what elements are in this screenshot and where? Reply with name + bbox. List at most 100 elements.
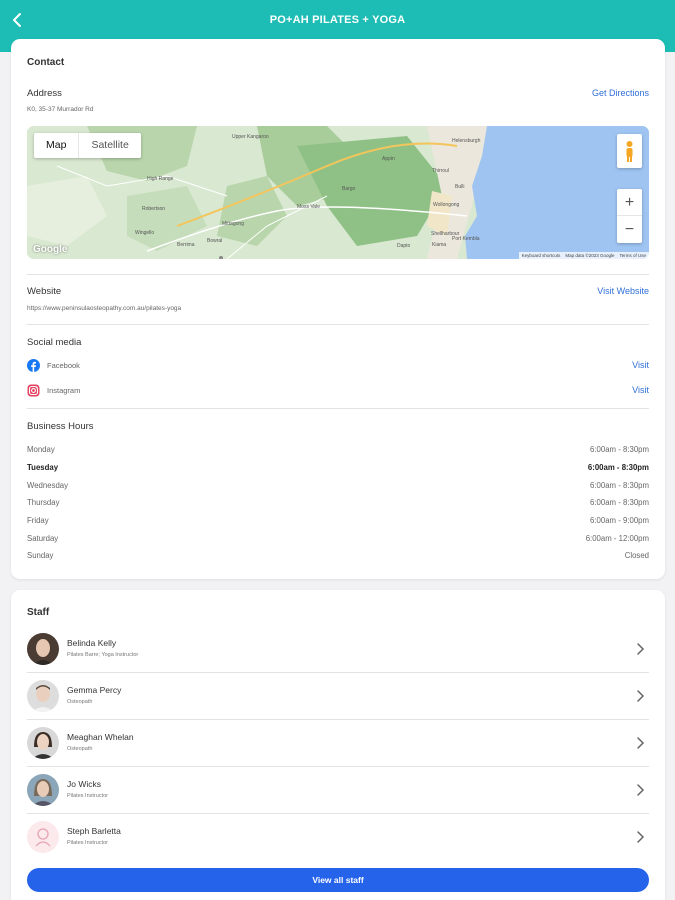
hours-day: Sunday bbox=[27, 551, 54, 560]
place-label: Moss Vale bbox=[297, 204, 320, 210]
staff-row[interactable]: Gemma Percy Osteopath bbox=[27, 673, 649, 720]
place-label: Berrima bbox=[177, 242, 195, 248]
zoom-in-button[interactable]: + bbox=[617, 189, 642, 216]
visit-website-link[interactable]: Visit Website bbox=[597, 286, 649, 296]
social-media-label: Social media bbox=[27, 337, 82, 348]
facebook-label: Facebook bbox=[47, 361, 80, 370]
location-map[interactable]: High Range Mittagong Bowral Upper Kangar… bbox=[27, 126, 649, 259]
place-label: Upper Kangaroo bbox=[232, 134, 269, 140]
avatar bbox=[27, 727, 59, 759]
staff-row[interactable]: Jo Wicks Pilates Instructor bbox=[27, 767, 649, 814]
social-row-instagram: Instagram Visit bbox=[27, 384, 649, 398]
divider bbox=[27, 274, 649, 275]
staff-role: Pilates Instructor bbox=[67, 840, 108, 846]
hours-day: Friday bbox=[27, 516, 49, 525]
chevron-right-icon bbox=[637, 831, 645, 843]
map-attribution: Keyboard shortcuts Map data ©2023 Google… bbox=[518, 252, 649, 259]
staff-name: Belinda Kelly bbox=[67, 638, 117, 648]
page-title: PO+AH PILATES + YOGA bbox=[269, 14, 406, 26]
hours-time: 6:00am - 8:30pm bbox=[587, 463, 649, 472]
contact-card: Contact Address K0, 35-37 Murrador Rd Ge… bbox=[11, 39, 665, 579]
instagram-visit-link[interactable]: Visit bbox=[632, 385, 649, 395]
place-label: Helensburgh bbox=[452, 138, 481, 144]
google-logo: Google bbox=[33, 244, 68, 255]
website-value: https://www.peninsulaosteopathy.com.au/p… bbox=[27, 305, 182, 312]
zoom-controls: + − bbox=[617, 189, 642, 243]
avatar bbox=[27, 680, 59, 712]
facebook-icon bbox=[27, 359, 40, 372]
hours-row: Thursday 6:00am - 8:30pm bbox=[27, 498, 649, 510]
hours-row: Monday 6:00am - 8:30pm bbox=[27, 445, 649, 457]
get-directions-link[interactable]: Get Directions bbox=[592, 88, 649, 98]
facebook-visit-link[interactable]: Visit bbox=[632, 360, 649, 370]
place-label: Kiama bbox=[432, 242, 447, 248]
chevron-right-icon bbox=[637, 737, 645, 749]
staff-name: Jo Wicks bbox=[67, 779, 101, 789]
hours-time: 6:00am - 8:30pm bbox=[590, 481, 649, 490]
instagram-label: Instagram bbox=[47, 386, 81, 395]
staff-row[interactable]: Meaghan Whelan Osteopath bbox=[27, 720, 649, 767]
instagram-icon bbox=[27, 384, 40, 397]
satellite-view-button[interactable]: Satellite bbox=[78, 133, 140, 158]
view-all-staff-button[interactable]: View all staff bbox=[27, 868, 649, 892]
hours-row: Friday 6:00am - 9:00pm bbox=[27, 516, 649, 528]
staff-row[interactable]: Steph Barletta Pilates Instructor bbox=[27, 814, 649, 861]
hours-row: Saturday 6:00am - 12:00pm bbox=[27, 534, 649, 546]
hours-row-today: Tuesday 6:00am - 8:30pm bbox=[27, 463, 649, 475]
place-label: Wollongong bbox=[433, 202, 460, 208]
avatar bbox=[27, 633, 59, 665]
map-type-toggle: Map Satellite bbox=[34, 133, 141, 158]
staff-title: Staff bbox=[27, 607, 50, 618]
avatar bbox=[27, 774, 59, 806]
hours-day: Monday bbox=[27, 445, 55, 454]
place-label: Wingello bbox=[135, 230, 155, 236]
place-label: Dapto bbox=[397, 243, 411, 249]
hours-time: Closed bbox=[624, 551, 649, 560]
place-label: High Range bbox=[147, 176, 174, 182]
staff-role: Osteopath bbox=[67, 699, 93, 705]
divider bbox=[27, 408, 649, 409]
staff-role: Pilates Barre; Yoga Instructor bbox=[67, 652, 139, 658]
street-view-pegman-icon[interactable] bbox=[617, 134, 642, 168]
hours-day: Saturday bbox=[27, 534, 59, 543]
avatar-placeholder-icon bbox=[27, 821, 59, 853]
place-label: Mittagong bbox=[222, 221, 244, 227]
address-value: K0, 35-37 Murrador Rd bbox=[27, 106, 94, 113]
place-label: Bowral bbox=[207, 238, 223, 244]
staff-card: Staff Belinda Kelly Pilates Barre; Yoga … bbox=[11, 590, 665, 900]
hours-day: Wednesday bbox=[27, 481, 69, 490]
chevron-right-icon bbox=[637, 784, 645, 796]
place-label: Appin bbox=[382, 156, 395, 162]
business-hours-label: Business Hours bbox=[27, 421, 94, 432]
hours-day: Thursday bbox=[27, 498, 60, 507]
staff-row[interactable]: Belinda Kelly Pilates Barre; Yoga Instru… bbox=[27, 626, 649, 673]
place-label: Bargo bbox=[342, 186, 356, 192]
hours-row: Wednesday 6:00am - 8:30pm bbox=[27, 481, 649, 493]
place-label: Port Kembla bbox=[452, 236, 480, 242]
staff-name: Steph Barletta bbox=[67, 826, 121, 836]
hours-time: 6:00am - 9:00pm bbox=[590, 516, 649, 525]
staff-role: Pilates Instructor bbox=[67, 793, 108, 799]
map-view-button[interactable]: Map bbox=[34, 133, 78, 158]
address-label: Address bbox=[27, 88, 62, 99]
keyboard-shortcuts-link[interactable]: Keyboard shortcuts bbox=[522, 253, 561, 258]
social-row-facebook: Facebook Visit bbox=[27, 359, 649, 373]
chevron-right-icon bbox=[637, 643, 645, 655]
contact-title: Contact bbox=[27, 57, 65, 68]
divider bbox=[27, 324, 649, 325]
zoom-out-button[interactable]: − bbox=[617, 216, 642, 243]
staff-role: Osteopath bbox=[67, 746, 93, 752]
hours-row: Sunday Closed bbox=[27, 551, 649, 563]
website-label: Website bbox=[27, 286, 62, 297]
hours-day: Tuesday bbox=[27, 463, 59, 472]
place-label: Thirroul bbox=[432, 168, 449, 174]
staff-name: Meaghan Whelan bbox=[67, 732, 134, 742]
place-label: Bulli bbox=[455, 184, 465, 190]
hours-time: 6:00am - 8:30pm bbox=[590, 445, 649, 454]
hours-time: 6:00am - 8:30pm bbox=[590, 498, 649, 507]
staff-name: Gemma Percy bbox=[67, 685, 122, 695]
hours-time: 6:00am - 12:00pm bbox=[585, 534, 649, 543]
place-label: Robertson bbox=[142, 206, 166, 212]
map-data-text: Map data ©2023 Google bbox=[565, 253, 615, 258]
terms-link[interactable]: Terms of Use bbox=[619, 253, 646, 258]
